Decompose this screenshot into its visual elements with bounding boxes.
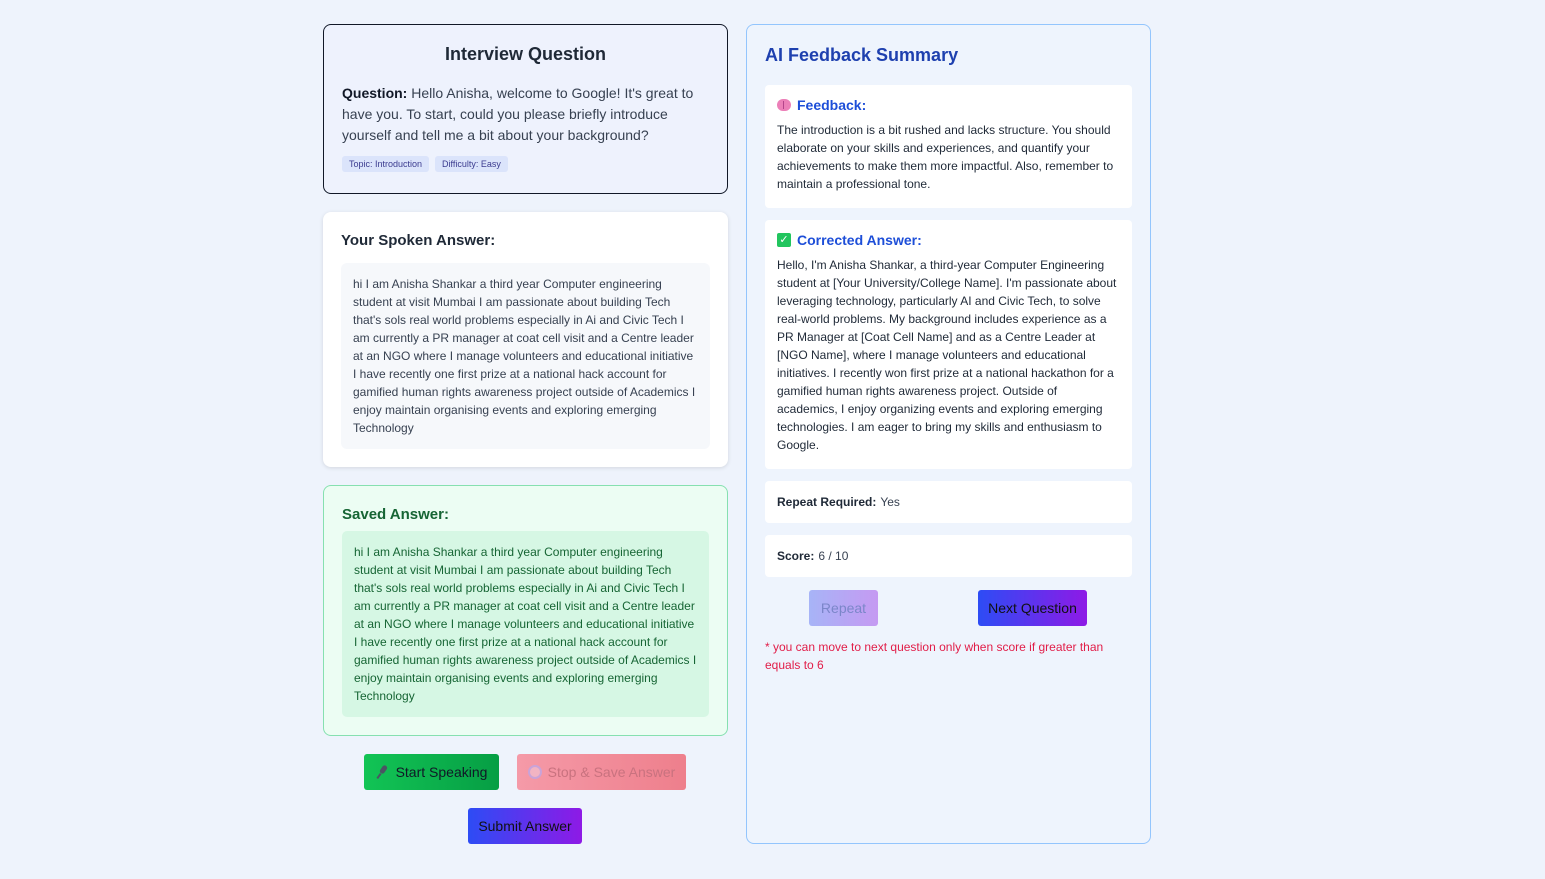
feedback-box: Feedback: The introduction is a bit rush…: [765, 85, 1132, 208]
question-text-block: Question: Hello Anisha, welcome to Googl…: [342, 83, 709, 146]
corrected-answer-label: Corrected Answer:: [797, 232, 922, 248]
spoken-answer-text: hi I am Anisha Shankar a third year Comp…: [341, 263, 710, 449]
repeat-button[interactable]: Repeat: [809, 590, 878, 626]
stop-save-label: Stop & Save Answer: [547, 764, 676, 780]
stop-save-answer-button[interactable]: Stop & Save Answer: [517, 754, 686, 790]
ai-feedback-panel: AI Feedback Summary Feedback: The introd…: [746, 24, 1151, 844]
corrected-answer-box: ✓ Corrected Answer: Hello, I'm Anisha Sh…: [765, 220, 1132, 469]
score-label: Score:: [777, 549, 815, 563]
score-value: 6 / 10: [818, 549, 849, 563]
score-requirement-note: * you can move to next question only whe…: [765, 640, 1104, 672]
spoken-answer-heading: Your Spoken Answer:: [341, 232, 496, 249]
repeat-required-label: Repeat Required:: [777, 495, 877, 509]
check-icon: ✓: [777, 233, 791, 247]
interview-practice-page: Interview Question Question: Hello Anish…: [0, 0, 1545, 879]
record-icon: [527, 765, 542, 779]
topic-tag: Topic: Introduction: [342, 156, 430, 172]
submit-answer-button[interactable]: Submit Answer: [468, 808, 582, 844]
feedback-label: Feedback:: [797, 97, 867, 113]
feedback-text: The introduction is a bit rushed and lac…: [777, 123, 1114, 191]
score-row: Score: 6 / 10: [765, 535, 1132, 577]
corrected-answer-text: Hello, I'm Anisha Shankar, a third-year …: [777, 258, 1117, 452]
start-speaking-label: Start Speaking: [395, 764, 488, 780]
next-question-button[interactable]: Next Question: [978, 590, 1087, 626]
saved-answer-text: hi I am Anisha Shankar a third year Comp…: [342, 531, 709, 717]
difficulty-tag: Difficulty: Easy: [435, 156, 508, 172]
question-label: Question:: [342, 85, 408, 101]
feedback-panel-title: AI Feedback Summary: [765, 45, 959, 65]
question-card: Interview Question Question: Hello Anish…: [323, 24, 728, 194]
saved-answer-card: Saved Answer: hi I am Anisha Shankar a t…: [323, 485, 728, 736]
saved-answer-heading: Saved Answer:: [342, 506, 449, 523]
start-speaking-button[interactable]: Start Speaking: [364, 754, 499, 790]
brain-icon: [777, 99, 791, 111]
repeat-required-row: Repeat Required: Yes: [765, 481, 1132, 523]
corrected-answer-heading: ✓ Corrected Answer:: [777, 232, 1120, 248]
spoken-answer-card: Your Spoken Answer: hi I am Anisha Shank…: [323, 212, 728, 467]
repeat-required-value: Yes: [880, 495, 900, 509]
question-tags: Topic: Introduction Difficulty: Easy: [342, 156, 709, 172]
mic-icon: [376, 765, 390, 779]
question-card-title: Interview Question: [444, 44, 607, 64]
feedback-heading: Feedback:: [777, 97, 1120, 113]
